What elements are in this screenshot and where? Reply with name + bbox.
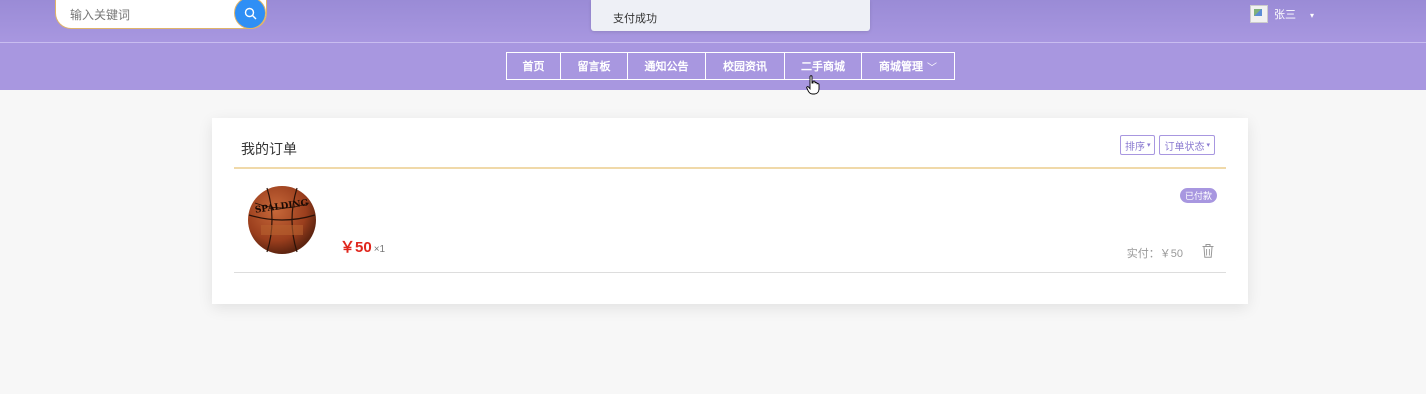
nav-item-campus-news[interactable]: 校园资讯 [705,52,785,80]
top-bar: 支付成功 张三 ▾ [0,0,1426,42]
order-status-label: 订单状态 [1164,141,1205,153]
item-divider [234,272,1226,273]
chevron-down-icon: ﹀ [927,62,937,74]
user-name[interactable]: 张三 [1274,6,1296,22]
nav-item-notices[interactable]: 通知公告 [627,52,706,80]
toast-message: 支付成功 [613,13,657,25]
caret-down-icon[interactable]: ▾ [1310,11,1314,20]
search-box [55,0,267,29]
title-divider [234,167,1226,169]
user-menu[interactable]: 张三 ▾ [1250,4,1314,24]
paid-amount: 实付：￥50 [1126,248,1183,260]
order-status-dropdown[interactable]: 订单状态 ▾ [1159,135,1215,155]
basketball-image[interactable]: SPALDING [247,185,317,255]
price-value: ￥50 [340,239,372,256]
orders-card: 我的订单 排序 ▾ 订单状态 ▾ SPALDING ￥50×1 已付款 实付： [212,118,1248,304]
trash-icon[interactable] [1202,244,1214,258]
item-price: ￥50 ×1 [340,236,385,257]
main-nav: 首页 留言板 通知公告 校园资讯 二手商城 商城管理 ﹀ [506,52,955,80]
nav-item-mall-management[interactable]: 商城管理 ﹀ [861,52,955,80]
nav-item-label: 通知公告 [644,61,689,73]
caret-down-icon: ▾ [1206,142,1210,149]
avatar[interactable] [1250,5,1268,23]
search-button[interactable] [234,0,266,29]
nav-item-label: 首页 [522,61,545,73]
sort-dropdown[interactable]: 排序 ▾ [1119,135,1156,155]
nav-item-home[interactable]: 首页 [506,52,561,80]
success-toast: 支付成功 [591,0,870,31]
item-quantity: ×1 [373,244,386,255]
caret-down-icon: ▾ [1146,142,1151,149]
status-badge: 已付款 [1179,188,1217,203]
main-nav-bar: 首页 留言板 通知公告 校园资讯 二手商城 商城管理 ﹀ [0,42,1426,90]
page-title: 我的订单 [241,141,297,157]
search-icon [244,7,256,19]
hand-cursor-icon [806,75,820,95]
order-filters: 排序 ▾ 订单状态 ▾ [1116,135,1215,155]
sort-label: 排序 [1124,141,1145,153]
nav-item-label: 留言板 [577,61,611,73]
nav-item-label: 二手商城 [801,61,845,73]
nav-item-label: 校园资讯 [723,61,767,73]
nav-item-label: 商城管理 [879,61,923,73]
nav-item-second-hand-mall[interactable]: 二手商城 [784,52,862,80]
nav-item-message-board[interactable]: 留言板 [560,52,628,80]
search-input[interactable] [68,5,232,25]
